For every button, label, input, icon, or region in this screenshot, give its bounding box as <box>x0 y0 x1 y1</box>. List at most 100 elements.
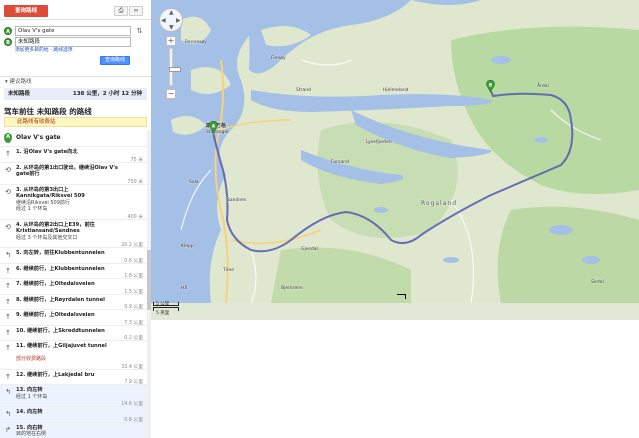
straight-arrow-icon: ↑ <box>5 372 11 381</box>
start-location-label: Olav V's gate <box>16 134 61 141</box>
suggested-routes-header[interactable]: ▾ 建议路线 <box>0 76 151 86</box>
add-destination-link[interactable]: 添加更多目的地 - 路线选项 <box>15 46 73 53</box>
route-summary-stats: 138 公里，2 小时 12 分钟 <box>72 91 142 97</box>
zoom-out-button[interactable]: − <box>166 89 176 99</box>
step-instruction: 9. 继续前行，上Oltedalsveien <box>16 312 95 318</box>
direction-step[interactable]: ↰ 13. 向左转 经过 1 个环岛 14.6 公里 <box>0 384 151 407</box>
step-instruction: 3. 从环岛的第3出口上Kannikgata/Riksvei 509 <box>16 186 85 200</box>
step-instruction: 12. 继续前行，上Lakjedal bru <box>16 371 95 378</box>
straight-arrow-icon: ↑ <box>5 282 11 290</box>
destination-pin-icon[interactable]: B <box>486 80 495 92</box>
swap-waypoints-icon[interactable]: ⇅ <box>135 26 144 36</box>
straight-arrow-icon: ↑ <box>5 328 11 337</box>
scale-mi-label: 5 英里 <box>156 311 170 316</box>
direction-step[interactable]: ⟲ 4. 从环岛的第2出口上E39，前往Kristiansand/Sandnes 经… <box>0 218 151 248</box>
map-label: Gjesdal <box>301 247 318 252</box>
map-label: Årdal <box>537 84 549 89</box>
direction-step[interactable]: ↑ 10. 继续前行，上Skreddtunnelen 0.2 公里 <box>0 324 151 341</box>
origin-pin-icon[interactable]: A <box>209 121 218 133</box>
map-label: Sandnes <box>227 198 247 203</box>
step-detail: 经过 1 个环岛 <box>16 393 48 400</box>
pan-up-icon[interactable]: ▲ <box>169 9 174 16</box>
waypoint-a-marker: A <box>4 27 12 35</box>
direction-step[interactable]: ↰ 14. 向左转 0.8 公里 <box>0 406 151 423</box>
step-instruction: 10. 继续前行，上Skreddtunnelen <box>16 327 105 334</box>
direction-step[interactable]: ↱15. 向右转目的地在右侧2.2 公里 <box>0 421 151 438</box>
step-instruction: 4. 从环岛的第2出口上E39，前往Kristiansand/Sandnes <box>16 221 95 235</box>
direction-step[interactable]: ↰ 5. 向左转，前往Klubbentunnelen 0.6 公里 <box>0 247 151 264</box>
map-label: Hå <box>181 286 188 291</box>
turn-left-icon: ↰ <box>5 251 11 259</box>
directions-panel: 查询路线 ⎙ ∞ A Olav V's gate ⇅ B 未知路段 添加更多目的… <box>0 0 151 438</box>
direction-step[interactable]: ↑ 8. 继续前行，上Røyrdalen tunnel 0.9 公里 <box>0 293 151 310</box>
zoom-in-button[interactable]: + <box>166 36 176 46</box>
map-graphic <box>151 0 639 303</box>
map-canvas[interactable]: Rennesøy Finnøy Strand 斯塔万格 Stavanger Sa… <box>151 0 639 303</box>
roundabout-icon: ⟲ <box>5 165 11 174</box>
straight-arrow-icon: ↑ <box>5 266 11 275</box>
step-detail: 继续沿Riksvei 509前行 经过 1 个环岛 <box>16 199 70 213</box>
zoom-slider-thumb[interactable] <box>169 67 181 72</box>
toll-notice: 此路线有收费站 <box>4 117 147 127</box>
map-label: Rogaland <box>421 200 458 207</box>
step-instruction: 14. 向左转 <box>16 409 43 415</box>
scale-km-label: 5 公里 <box>156 302 170 307</box>
step-instruction: 8. 继续前行，上Røyrdalen tunnel <box>16 296 105 303</box>
link-icon[interactable]: ∞ <box>129 6 143 16</box>
step-detail: 目的地在右侧 <box>16 431 47 437</box>
map-label: Finnøy <box>271 56 286 61</box>
destination-pin-letter: B <box>489 82 493 88</box>
direction-step[interactable]: ↑ 12. 继续前行，上Lakjedal bru 7.9 公里 <box>0 368 151 385</box>
turn-left-icon: ↰ <box>5 410 11 418</box>
start-location[interactable]: A Olav V's gate <box>4 133 147 144</box>
roundabout-icon: ⟲ <box>5 222 11 231</box>
pan-left-icon[interactable]: ◀ <box>161 17 166 24</box>
route-summary[interactable]: 未知路段 138 公里，2 小时 12 分钟 <box>4 88 147 100</box>
search-route-button[interactable]: 查询路线 <box>100 56 130 65</box>
pan-control[interactable]: ▲ ▼ ◀ ▶ <box>159 8 183 32</box>
map-bottom-strip <box>151 303 639 320</box>
map-label: Hjelmeland <box>383 88 409 93</box>
suggested-routes-label: 建议路线 <box>9 79 32 85</box>
step-instruction: 1. 沿Olav V's gate向北 <box>16 149 78 155</box>
map-label: Strand <box>296 88 311 93</box>
roundabout-icon: ⟲ <box>5 187 11 196</box>
direction-step[interactable]: ↑ 11. 继续前行，上Giljajuvet tunnel 部分收费路段 33.4 公… <box>0 340 151 370</box>
straight-arrow-icon: ↑ <box>5 150 11 158</box>
map-label: Time <box>223 268 235 273</box>
route-summary-name: 未知路段 <box>8 91 31 97</box>
direction-step[interactable]: ⟲ 3. 从环岛的第3出口上Kannikgata/Riksvei 509 继续沿Ri… <box>0 183 151 220</box>
pan-down-icon[interactable]: ▼ <box>169 24 174 31</box>
step-instruction: 5. 向左转，前往Klubbentunnelen <box>16 250 105 256</box>
direction-step[interactable]: ⟲ 2. 从环岛的第1出口驶出，继续沿Olav V's gate前行 750 米 <box>0 161 151 185</box>
map-scale-bar: 5 公里 5 英里 <box>151 302 191 316</box>
turn-left-icon: ↰ <box>5 388 11 396</box>
get-directions-tab[interactable]: 查询路线 <box>4 5 48 17</box>
direction-step[interactable]: ↑ 7. 继续前行，上Oltedalsveien 1.5 公里 <box>0 278 151 295</box>
panel-toolbar: 查询路线 ⎙ ∞ <box>0 0 151 20</box>
pan-right-icon[interactable]: ▶ <box>176 17 181 24</box>
zoom-slider-track[interactable] <box>169 48 181 86</box>
origin-pin-letter: A <box>212 123 216 129</box>
waypoint-a-row: A Olav V's gate ⇅ <box>4 26 147 37</box>
map-label: Sola <box>189 180 199 185</box>
map-label: Forsand <box>331 160 349 165</box>
map-label: Klepp <box>181 244 194 249</box>
straight-arrow-icon: ↑ <box>5 313 11 321</box>
straight-arrow-icon: ↑ <box>5 344 11 352</box>
direction-step[interactable]: ↑ 1. 沿Olav V's gate向北 75 米 <box>0 146 151 163</box>
direction-step[interactable]: ↑ 9. 继续前行，上Oltedalsveien 7.3 公里 <box>0 309 151 326</box>
print-icon[interactable]: ⎙ <box>114 6 128 16</box>
origin-input[interactable]: Olav V's gate <box>15 26 131 36</box>
map-label: Lysefjorden <box>366 140 392 145</box>
start-marker-icon: A <box>4 133 12 143</box>
straight-arrow-icon: ↑ <box>5 297 11 306</box>
direction-step[interactable]: ↑ 6. 继续前行，上Klubbentunnelen 1.8 公里 <box>0 262 151 279</box>
step-instruction: 7. 继续前行，上Oltedalsveien <box>16 281 95 287</box>
zoom-control: + − <box>166 36 181 100</box>
map-label: Rennesøy <box>185 40 207 45</box>
directions-title: 驾车前往 未知路段 的路线 <box>4 107 92 116</box>
waypoint-b-marker: B <box>4 38 12 46</box>
step-instruction: 11. 继续前行，上Giljajuvet tunnel <box>16 343 107 349</box>
cursor-marker <box>397 294 406 299</box>
